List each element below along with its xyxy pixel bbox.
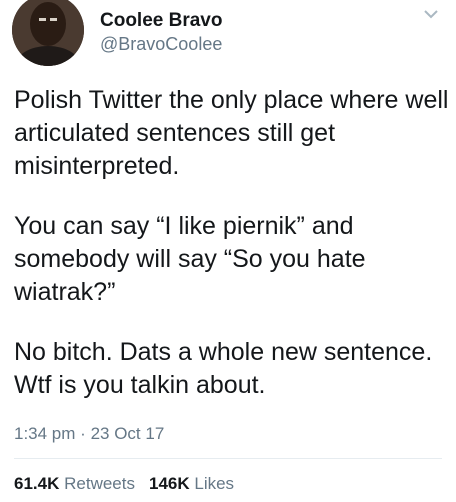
avatar-image bbox=[12, 0, 84, 66]
tweet-date: 23 Oct 17 bbox=[90, 424, 165, 443]
tweet-text: Polish Twitter the only place where well… bbox=[14, 84, 450, 429]
likes-label: Likes bbox=[194, 474, 235, 493]
tweet-paragraph-3: No bitch. Dats a whole new sentence. Wtf… bbox=[14, 338, 433, 399]
tweet-timestamp[interactable]: 1:34 pm · 23 Oct 17 bbox=[14, 424, 164, 444]
likes-count: 146K bbox=[148, 474, 190, 493]
tweet-paragraph-2: You can say “I like piernik” and somebod… bbox=[14, 212, 366, 306]
retweets-stat[interactable]: 61.4K Retweets bbox=[14, 474, 135, 493]
chevron-down-icon[interactable] bbox=[420, 6, 442, 22]
tweet-stats: 61.4K Retweets 146K Likes bbox=[14, 474, 234, 494]
tweet: Coolee Bravo @BravoCoolee Polish Twitter… bbox=[0, 0, 456, 502]
user-handle[interactable]: @BravoCoolee bbox=[100, 34, 222, 55]
timestamp-separator: · bbox=[80, 424, 86, 443]
tweet-time: 1:34 pm bbox=[14, 424, 76, 443]
retweets-count: 61.4K bbox=[14, 474, 60, 493]
divider bbox=[14, 458, 442, 459]
retweets-label: Retweets bbox=[64, 474, 135, 493]
display-name[interactable]: Coolee Bravo bbox=[100, 10, 222, 32]
avatar[interactable] bbox=[12, 0, 84, 66]
tweet-paragraph-1: Polish Twitter the only place where well… bbox=[14, 86, 449, 180]
likes-stat[interactable]: 146K Likes bbox=[149, 474, 234, 493]
